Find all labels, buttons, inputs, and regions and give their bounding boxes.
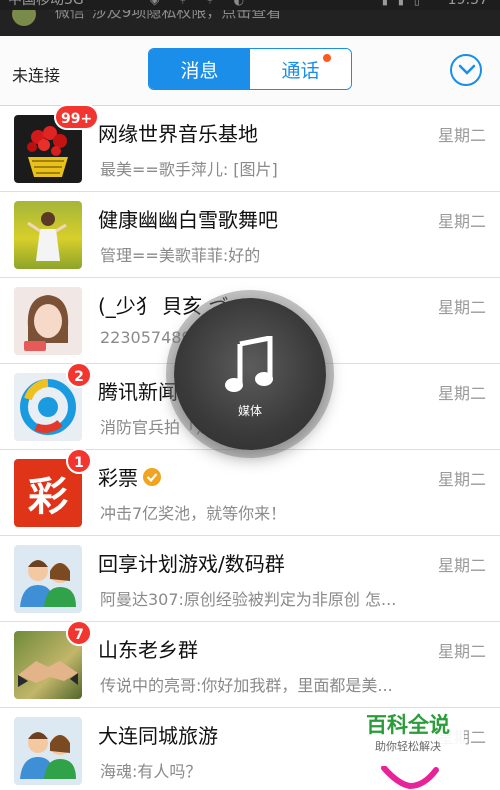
music-note-icon [225, 336, 273, 392]
group-avatar [14, 717, 82, 785]
conversation-row[interactable]: 彩 1 彩票 冲击7亿奖池，就等你来！ 星期二 [0, 448, 500, 536]
conversation-row[interactable]: 健康幽幽白雪歌舞吧 管理==美歌菲菲:好的 星期二 [0, 192, 500, 278]
media-label: 媒体 [237, 404, 262, 418]
conversation-time: 星期二 [437, 556, 486, 575]
signal-icon: ▮▮▯ [381, 0, 430, 7]
conversation-time: 星期二 [437, 384, 486, 403]
unread-badge: 7 [66, 620, 92, 646]
notification-text: "微信"涉及9项隐私权限，点击查看 [48, 10, 282, 21]
conversation-time: 星期二 [437, 470, 486, 489]
watermark-logo: 百科全说 助你轻松解决 [352, 710, 464, 770]
woman-in-field-avatar [14, 201, 82, 269]
status-notification-icons: ◈⑂⑂◐ [150, 0, 265, 7]
verified-icon [143, 468, 161, 486]
conversation-name: 彩票 [98, 462, 162, 491]
tab-switcher: 消息 通话 [148, 48, 352, 90]
status-bar: 中国移动3G ◈⑂⑂◐ ▮▮▯ 19:57 [0, 0, 500, 10]
tab-messages[interactable]: 消息 [149, 49, 250, 89]
conversation-row[interactable]: 99+ 网缘世界音乐基地 最美==歌手萍儿: [图片] 星期二 [0, 104, 500, 192]
dropdown-button[interactable] [450, 54, 482, 86]
conversation-name: 山东老乡群 [98, 638, 198, 662]
conversation-preview: 传说中的亮哥:你好加我群，里面都是美... [100, 676, 393, 695]
conversation-name-text: 腾讯新闻 [98, 380, 178, 404]
conversation-time: 星期二 [437, 642, 486, 661]
lottery-avatar-text: 彩 [28, 474, 68, 520]
pink-scribble-mark [381, 766, 439, 790]
media-floating-button[interactable]: 媒体 [174, 298, 326, 450]
unread-badge: 1 [66, 448, 92, 474]
header: 未连接 消息 通话 [0, 36, 500, 106]
group-avatar [14, 545, 82, 613]
notification-ticker[interactable]: "微信"涉及9项隐私权限，点击查看 [0, 10, 500, 36]
conversation-time: 星期二 [437, 298, 486, 317]
chevron-down-icon [458, 64, 476, 75]
conversation-name: 回享计划游戏/数码群 [98, 552, 285, 576]
tab-calls[interactable]: 通话 [250, 49, 351, 89]
conversation-name: 大连同城旅游 [98, 724, 218, 748]
girl-selfie-avatar [14, 287, 82, 355]
conversation-time: 星期二 [437, 212, 486, 231]
conversation-time: 星期二 [437, 126, 486, 145]
watermark-title: 百科全说 [366, 713, 450, 737]
unread-badge: 2 [66, 362, 92, 388]
unread-badge: 99+ [54, 104, 100, 130]
unread-dot [323, 54, 331, 62]
watermark-subtitle: 助你轻松解决 [375, 740, 441, 753]
conversation-preview: 冲击7亿奖池，就等你来！ [100, 504, 287, 523]
tab-calls-label: 通话 [281, 59, 320, 82]
conversation-preview: 管理==美歌菲菲:好的 [100, 246, 261, 265]
conversation-name: 健康幽幽白雪歌舞吧 [98, 208, 278, 232]
conversation-name: 网缘世界音乐基地 [98, 122, 258, 146]
conversation-name-text: 彩票 [98, 466, 138, 490]
conversation-row[interactable]: 7 山东老乡群 传说中的亮哥:你好加我群，里面都是美... 星期二 [0, 620, 500, 708]
conversation-preview: 阿曼达307:原创经验被判定为非原创 怎... [100, 590, 397, 609]
app-notification-icon [12, 10, 36, 26]
carrier-label: 中国移动3G [8, 0, 84, 8]
conversation-row[interactable]: 回享计划游戏/数码群 阿曼达307:原创经验被判定为非原创 怎... 星期二 [0, 536, 500, 622]
conversation-preview: 最美==歌手萍儿: [图片] [100, 160, 278, 179]
clock: 19:57 [447, 0, 488, 8]
connection-status: 未连接 [12, 66, 61, 85]
